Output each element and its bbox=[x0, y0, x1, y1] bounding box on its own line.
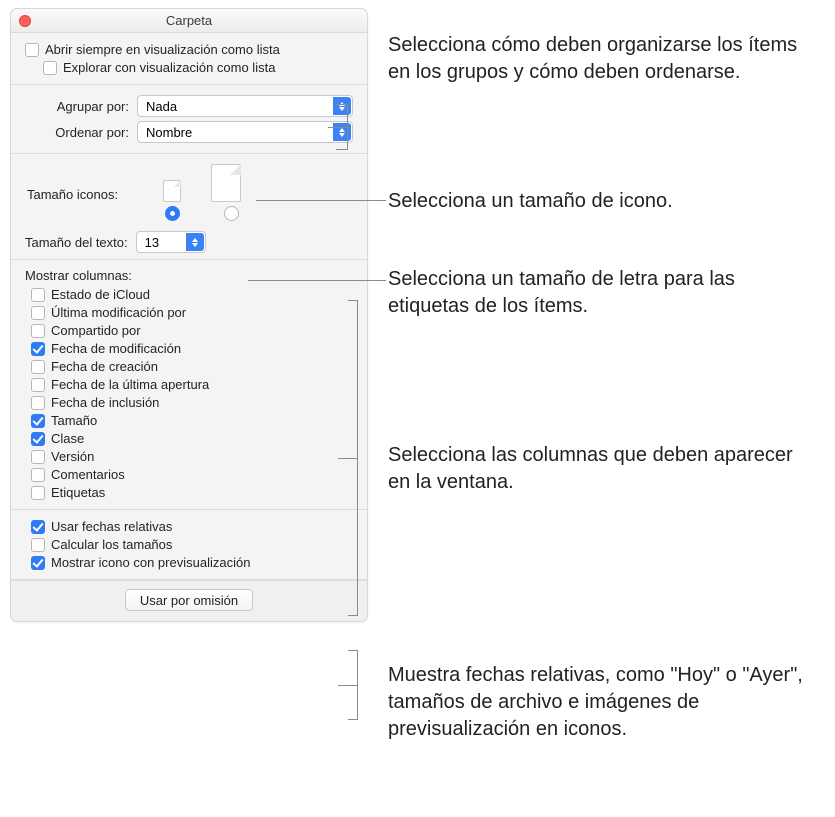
bracket-grouping bbox=[336, 104, 348, 150]
column-label: Etiquetas bbox=[51, 485, 105, 500]
column-checkbox[interactable] bbox=[31, 306, 45, 320]
callout-grouping: Selecciona cómo deben organizarse los ít… bbox=[388, 32, 818, 86]
bottom-option-row: Calcular los tamaños bbox=[25, 537, 353, 552]
row-group-by: Agrupar por: Nada bbox=[25, 95, 353, 117]
column-row: Tamaño bbox=[25, 413, 353, 428]
column-label: Fecha de creación bbox=[51, 359, 158, 374]
bottom-option-row: Usar fechas relativas bbox=[25, 519, 353, 534]
column-checkbox[interactable] bbox=[31, 324, 45, 338]
document-icon-large bbox=[211, 164, 241, 202]
label-always-open-list: Abrir siempre en visualización como list… bbox=[45, 42, 280, 57]
callouts: Selecciona cómo deben organizarse los ít… bbox=[368, 0, 828, 817]
column-row: Clase bbox=[25, 431, 353, 446]
radio-icon-size-large[interactable] bbox=[224, 206, 239, 221]
column-label: Estado de iCloud bbox=[51, 287, 150, 302]
bracket-bottom bbox=[348, 650, 358, 720]
column-row: Versión bbox=[25, 449, 353, 464]
label-group-by: Agrupar por: bbox=[25, 99, 137, 114]
row-sort-by: Ordenar por: Nombre bbox=[25, 121, 353, 143]
section-columns: Mostrar columnas: Estado de iCloudÚltima… bbox=[11, 260, 367, 510]
column-label: Compartido por bbox=[51, 323, 141, 338]
column-label: Comentarios bbox=[51, 467, 125, 482]
column-label: Clase bbox=[51, 431, 84, 446]
footer: Usar por omisión bbox=[11, 580, 367, 621]
section-bottom-options: Usar fechas relativas Calcular los tamaño… bbox=[11, 510, 367, 580]
select-text-size[interactable]: 13 bbox=[136, 231, 206, 253]
column-checkbox[interactable] bbox=[31, 378, 45, 392]
use-defaults-label: Usar por omisión bbox=[140, 593, 238, 608]
callout-columns: Selecciona las columnas que deben aparec… bbox=[388, 442, 818, 496]
close-button[interactable] bbox=[19, 15, 31, 27]
document-icon-small bbox=[163, 180, 181, 202]
row-always-open-list: Abrir siempre en visualización como list… bbox=[25, 42, 353, 57]
checkbox-browse-list bbox=[43, 61, 57, 75]
column-checkbox[interactable] bbox=[31, 288, 45, 302]
column-checkbox[interactable] bbox=[31, 468, 45, 482]
column-checkbox[interactable] bbox=[31, 432, 45, 446]
label-sort-by: Ordenar por: bbox=[25, 125, 137, 140]
bottom-option-checkbox[interactable] bbox=[31, 520, 45, 534]
callout-text-size: Selecciona un tamaño de letra para las e… bbox=[388, 266, 818, 320]
bottom-option-label: Calcular los tamaños bbox=[51, 537, 172, 552]
column-row: Fecha de creación bbox=[25, 359, 353, 374]
bottom-option-label: Mostrar icono con previsualización bbox=[51, 555, 250, 570]
select-sort-by[interactable]: Nombre bbox=[137, 121, 353, 143]
row-text-size: Tamaño del texto: 13 bbox=[25, 231, 353, 253]
section-icon-text-size: Tamaño iconos: Tamaño del texto: 13 bbox=[11, 154, 367, 260]
label-browse-list: Explorar con visualización como lista bbox=[63, 60, 275, 75]
column-label: Versión bbox=[51, 449, 94, 464]
section-top-options: Abrir siempre en visualización como list… bbox=[11, 33, 367, 85]
column-checkbox[interactable] bbox=[31, 486, 45, 500]
column-label: Última modificación por bbox=[51, 305, 186, 320]
label-icon-size: Tamaño iconos: bbox=[25, 187, 163, 202]
column-row: Comentarios bbox=[25, 467, 353, 482]
checkbox-always-open-list[interactable] bbox=[25, 43, 39, 57]
icon-size-block: Tamaño iconos: bbox=[25, 160, 353, 223]
column-row: Estado de iCloud bbox=[25, 287, 353, 302]
column-checkbox[interactable] bbox=[31, 450, 45, 464]
column-checkbox[interactable] bbox=[31, 396, 45, 410]
column-row: Compartido por bbox=[25, 323, 353, 338]
icon-samples bbox=[163, 164, 241, 202]
column-checkbox[interactable] bbox=[31, 414, 45, 428]
select-text-size-value: 13 bbox=[145, 235, 159, 250]
use-defaults-button[interactable]: Usar por omisión bbox=[125, 589, 253, 611]
lead-text-size bbox=[248, 280, 386, 281]
callout-bottom: Muestra fechas relativas, como "Hoy" o "… bbox=[388, 662, 818, 743]
label-text-size: Tamaño del texto: bbox=[25, 235, 128, 250]
column-label: Fecha de inclusión bbox=[51, 395, 159, 410]
row-browse-list: Explorar con visualización como lista bbox=[25, 60, 353, 75]
window-title: Carpeta bbox=[166, 13, 212, 28]
callout-icon-size: Selecciona un tamaño de icono. bbox=[388, 188, 808, 215]
section-grouping: Agrupar por: Nada Ordenar por: Nombre bbox=[11, 85, 367, 154]
column-checkbox[interactable] bbox=[31, 360, 45, 374]
column-checkbox[interactable] bbox=[31, 342, 45, 356]
column-row: Fecha de inclusión bbox=[25, 395, 353, 410]
bottom-option-checkbox[interactable] bbox=[31, 556, 45, 570]
select-group-by[interactable]: Nada bbox=[137, 95, 353, 117]
column-row: Etiquetas bbox=[25, 485, 353, 500]
select-sort-by-value: Nombre bbox=[146, 125, 192, 140]
column-row: Fecha de modificación bbox=[25, 341, 353, 356]
updown-icon bbox=[186, 233, 204, 251]
radio-icon-size-small[interactable] bbox=[165, 206, 180, 221]
select-group-by-value: Nada bbox=[146, 99, 177, 114]
column-row: Última modificación por bbox=[25, 305, 353, 320]
column-label: Tamaño bbox=[51, 413, 97, 428]
column-label: Fecha de la última apertura bbox=[51, 377, 209, 392]
lead-icon-size bbox=[256, 200, 386, 201]
view-options-panel: Carpeta Abrir siempre en visualización c… bbox=[10, 8, 368, 622]
bottom-option-checkbox[interactable] bbox=[31, 538, 45, 552]
bottom-option-row: Mostrar icono con previsualización bbox=[25, 555, 353, 570]
bottom-option-label: Usar fechas relativas bbox=[51, 519, 172, 534]
bracket-columns bbox=[348, 300, 358, 616]
titlebar: Carpeta bbox=[11, 9, 367, 33]
column-label: Fecha de modificación bbox=[51, 341, 181, 356]
column-row: Fecha de la última apertura bbox=[25, 377, 353, 392]
